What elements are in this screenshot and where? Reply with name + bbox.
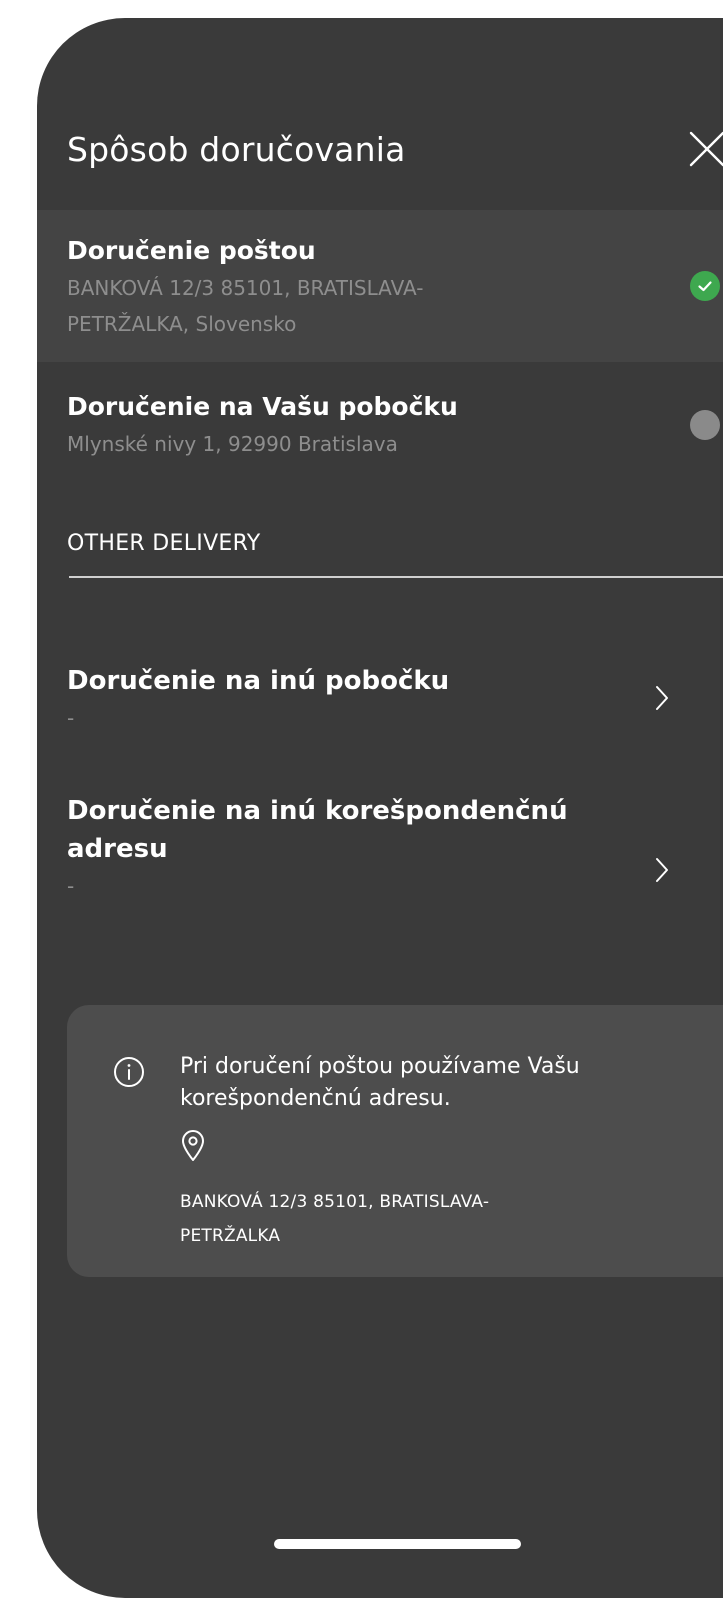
correspondence-address: BANKOVÁ 12/3 85101, BRATISLAVA-PETRŽALKA <box>180 1192 490 1246</box>
divider <box>69 576 723 578</box>
option-subtitle: Mlynské nivy 1, 92990 Bratislava <box>67 432 398 456</box>
radio-unchecked[interactable] <box>690 410 720 440</box>
close-button[interactable] <box>685 127 723 171</box>
section-label-other-delivery: OTHER DELIVERY <box>67 531 261 556</box>
option-title: Doručenie poštou <box>67 236 316 265</box>
delivery-option-post[interactable]: Doručenie poštou BANKOVÁ 12/3 85101, BRA… <box>37 210 723 362</box>
location-pin-icon <box>182 1130 204 1161</box>
close-icon <box>689 131 723 167</box>
nav-item-title: Doručenie na inú pobočku <box>67 666 450 696</box>
option-title: Doručenie na Vašu pobočku <box>67 392 458 421</box>
radio-checked[interactable] <box>690 271 720 301</box>
sheet-header: Spôsob doručovania <box>37 18 723 210</box>
info-icon <box>114 1057 144 1087</box>
home-indicator[interactable] <box>274 1539 521 1549</box>
page-title: Spôsob doručovania <box>67 130 406 169</box>
nav-item-other-branch[interactable]: Doručenie na inú pobočku - <box>37 638 723 768</box>
info-text: Pri doručení poštou používame Vašu koreš… <box>180 1054 580 1111</box>
option-subtitle: BANKOVÁ 12/3 85101, BRATISLAVA-PETRŽALKA… <box>67 276 424 336</box>
info-card: Pri doručení poštou používame Vašu koreš… <box>67 1005 723 1277</box>
nav-item-title: Doručenie na inú korešpondenčnú adresu <box>67 796 568 864</box>
chevron-right-icon <box>656 686 668 710</box>
nav-item-subtitle: - <box>67 706 75 730</box>
checkmark-icon <box>698 281 712 292</box>
chevron-right-icon <box>656 858 668 882</box>
delivery-method-sheet: Spôsob doručovania Doručenie poštou BANK… <box>37 18 723 1598</box>
delivery-option-branch[interactable]: Doručenie na Vašu pobočku Mlynské nivy 1… <box>37 362 723 472</box>
nav-item-other-address[interactable]: Doručenie na inú korešpondenčnú adresu - <box>37 788 723 948</box>
nav-item-subtitle: - <box>67 874 75 898</box>
